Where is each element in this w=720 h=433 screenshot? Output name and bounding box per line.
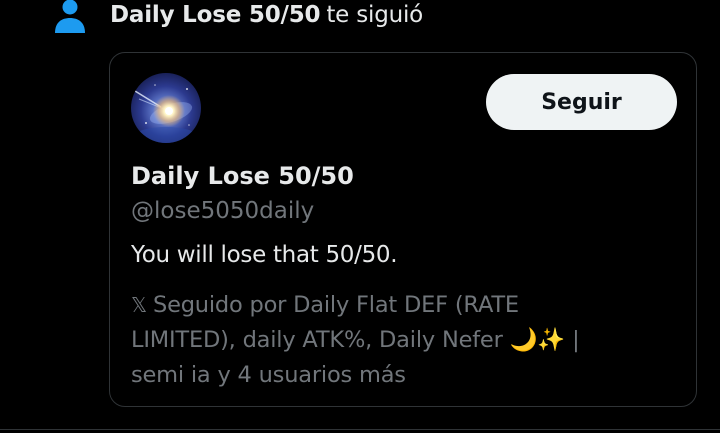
avatar-image (131, 73, 201, 143)
notification-text: Daily Lose 50/50 te siguió (110, 0, 423, 30)
followed-by-text: Seguido por Daily Flat DEF (RATE LIMITED… (131, 292, 580, 388)
user-card[interactable]: Seguir Daily Lose 50/50 @lose5050daily Y… (109, 52, 697, 407)
profile-handle[interactable]: @lose5050daily (131, 198, 314, 224)
profile-bio: You will lose that 50/50. (131, 242, 398, 268)
person-icon (55, 0, 85, 33)
x-logo-icon: 𝕏 (131, 293, 147, 317)
avatar[interactable] (131, 73, 201, 143)
notification-user-name[interactable]: Daily Lose 50/50 (110, 2, 321, 28)
profile-display-name[interactable]: Daily Lose 50/50 (131, 162, 354, 190)
followed-by-summary[interactable]: 𝕏 Seguido por Daily Flat DEF (RATE LIMITE… (131, 288, 676, 393)
notification-action: te siguió (326, 2, 424, 28)
divider (0, 429, 720, 430)
follow-button[interactable]: Seguir (486, 74, 677, 130)
